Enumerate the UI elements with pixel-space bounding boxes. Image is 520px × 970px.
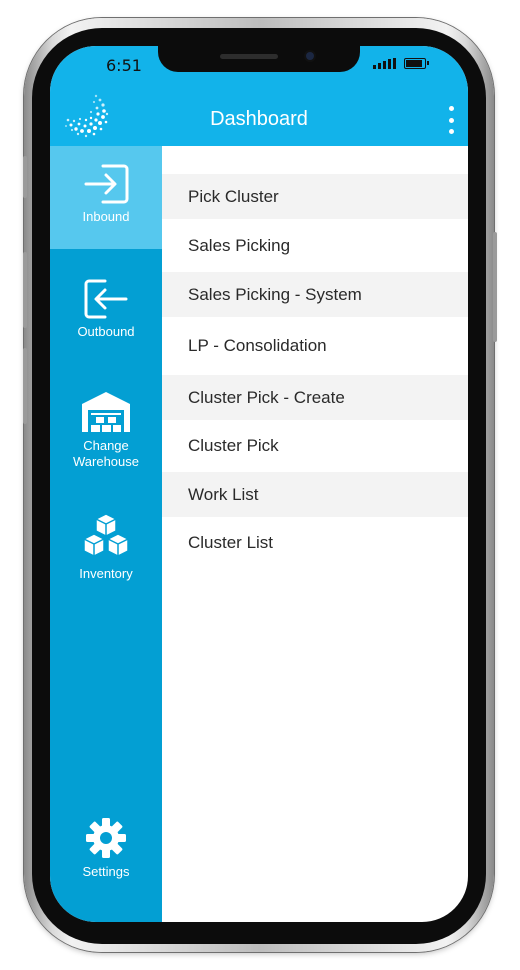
gear-icon <box>86 818 126 858</box>
menu-item-cluster-pick-create[interactable]: Cluster Pick - Create <box>162 375 468 420</box>
sidebar-item-label: Inbound <box>82 209 130 224</box>
menu-item-work-list[interactable]: Work List <box>162 472 468 517</box>
sidebar-item-label: Outbound <box>77 324 135 339</box>
phone-volume-up <box>23 252 27 328</box>
speaker <box>220 54 278 59</box>
sign-out-icon <box>84 279 128 319</box>
front-camera <box>306 52 314 60</box>
sidebar-item-label: Inventory <box>79 566 133 581</box>
status-time: 6:51 <box>106 56 142 75</box>
sidebar-item-inventory[interactable]: Inventory <box>50 506 162 606</box>
menu-item-pick-cluster[interactable]: Pick Cluster <box>162 174 468 219</box>
menu-item-sales-picking[interactable]: Sales Picking <box>162 219 468 272</box>
sidebar-item-outbound[interactable]: Outbound <box>50 264 162 364</box>
status-icons <box>373 58 429 69</box>
notch <box>158 46 360 72</box>
more-menu-icon[interactable] <box>446 106 456 134</box>
sidebar-item-change-warehouse[interactable]: Change Warehouse <box>50 382 162 492</box>
menu-item-cluster-pick[interactable]: Cluster Pick <box>162 420 468 472</box>
phone-volume-down <box>23 348 27 424</box>
sidebar-item-settings[interactable]: Settings <box>50 814 162 904</box>
phone-power-button <box>493 232 497 342</box>
menu-item-cluster-list[interactable]: Cluster List <box>162 517 468 569</box>
menu-list: Pick Cluster Sales Picking Sales Picking… <box>162 174 468 569</box>
sidebar-item-label: Settings <box>82 864 130 879</box>
battery-icon <box>404 58 429 69</box>
page-title: Dashboard <box>210 108 308 130</box>
sidebar-item-inbound[interactable]: Inbound <box>50 146 162 249</box>
phone-screen: 6:51 Dashboard Inbound Outbound Change W… <box>50 46 468 922</box>
sign-in-icon <box>84 164 129 204</box>
sidebar: Inbound Outbound Change Warehouse Invent… <box>50 146 162 922</box>
signal-icon <box>373 58 396 69</box>
warehouse-icon <box>82 392 130 432</box>
menu-item-sales-picking-system[interactable]: Sales Picking - System <box>162 272 468 317</box>
menu-item-lp-consolidation[interactable]: LP - Consolidation <box>162 317 468 375</box>
phone-silent-switch <box>23 156 27 198</box>
sidebar-item-label: Change Warehouse <box>73 438 139 469</box>
boxes-icon <box>83 513 129 557</box>
